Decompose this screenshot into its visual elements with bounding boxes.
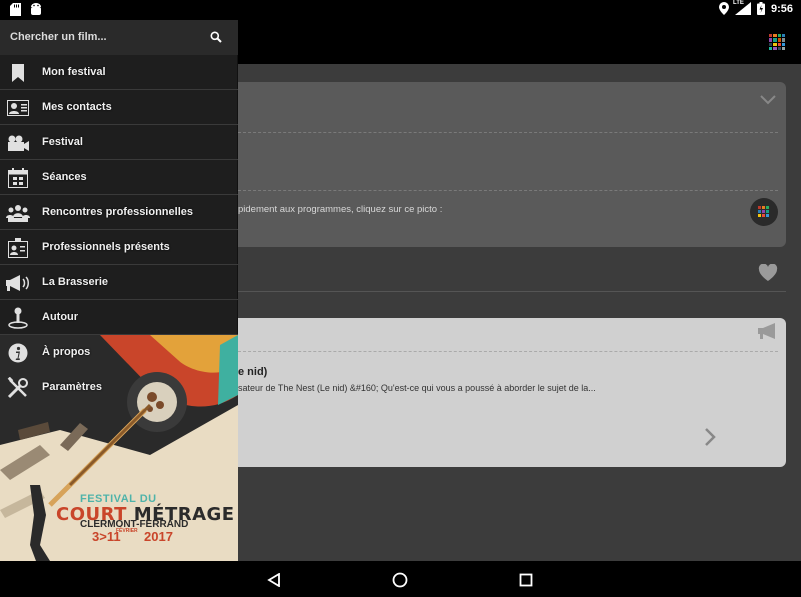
android-icon: [30, 3, 42, 16]
menu-item-a-propos[interactable]: À propos: [0, 335, 238, 370]
info-icon: [6, 341, 30, 365]
menu-item-label: Mon festival: [42, 66, 106, 78]
info-text: pidement aux programmes, cliquez sur ce …: [238, 204, 443, 215]
drawer-menu: Mon festival Mes contacts Festival Séanc…: [0, 55, 238, 405]
search-icon[interactable]: [210, 30, 222, 48]
contact-card-icon: [6, 96, 30, 120]
sd-card-icon: [10, 3, 21, 16]
search-bar: [0, 20, 238, 55]
clock: 9:56: [770, 2, 793, 15]
menu-item-festival[interactable]: Festival: [0, 125, 238, 160]
chevron-down-icon[interactable]: [760, 92, 776, 110]
menu-item-professionnels-presents[interactable]: Professionnels présents: [0, 230, 238, 265]
menu-item-mes-contacts[interactable]: Mes contacts: [0, 90, 238, 125]
screen: LTE 9:56 pidement aux programmes, clique…: [0, 0, 801, 597]
navigation-drawer: FESTIVAL DU COURT MÉTRAGE CLERMONT-FERRA…: [0, 20, 238, 561]
menu-item-autour[interactable]: Autour: [0, 300, 238, 335]
badge-icon: [6, 236, 30, 260]
camera-icon: [6, 131, 30, 155]
news-title: e nid): [238, 366, 268, 378]
menu-item-label: Festival: [42, 136, 83, 148]
menu-item-label: À propos: [42, 346, 91, 358]
location-icon: [718, 2, 729, 15]
tools-icon: [6, 376, 30, 400]
heart-icon[interactable]: [758, 263, 778, 287]
menu-item-parametres[interactable]: Paramètres: [0, 370, 238, 405]
poster-year: 2017: [144, 529, 173, 544]
megaphone-icon: [758, 323, 778, 344]
calendar-icon: [6, 166, 30, 190]
status-bar: LTE 9:56: [0, 0, 801, 20]
search-input[interactable]: [10, 27, 200, 47]
menu-item-seances[interactable]: Séances: [0, 160, 238, 195]
menu-item-la-brasserie[interactable]: La Brasserie: [0, 265, 238, 300]
menu-item-label: Autour: [42, 311, 79, 323]
home-icon[interactable]: [390, 570, 410, 590]
info-card: pidement aux programmes, cliquez sur ce …: [228, 82, 786, 247]
menu-item-label: Séances: [42, 171, 87, 183]
network-type-label: LTE: [732, 0, 744, 6]
menu-item-label: Professionnels présents: [42, 241, 170, 253]
bookmark-icon: [6, 61, 30, 85]
map-pin-icon: [6, 306, 30, 330]
menu-item-label: Rencontres professionnelles: [42, 206, 193, 218]
news-body: sateur de The Nest (Le nid) &#160; Qu'es…: [238, 383, 596, 393]
program-grid-icon[interactable]: [769, 34, 785, 50]
signal-icon: LTE: [732, 0, 751, 15]
favorites-row: [228, 260, 786, 292]
menu-item-mon-festival[interactable]: Mon festival: [0, 55, 238, 90]
menu-item-label: Paramètres: [42, 381, 102, 393]
chevron-right-icon[interactable]: [704, 428, 716, 451]
poster-month: FÉVRIER: [116, 528, 138, 534]
menu-item-label: La Brasserie: [42, 276, 109, 288]
people-group-icon: [6, 201, 30, 225]
battery-icon: [756, 2, 765, 15]
system-nav-bar: [0, 561, 801, 597]
news-card[interactable]: e nid) sateur de The Nest (Le nid) &#160…: [228, 318, 786, 467]
recents-icon[interactable]: [516, 570, 536, 590]
megaphone-icon: [6, 271, 30, 295]
menu-item-label: Mes contacts: [42, 101, 112, 113]
program-picto-button[interactable]: [750, 198, 778, 226]
menu-item-rencontres-professionnelles[interactable]: Rencontres professionnelles: [0, 195, 238, 230]
back-icon[interactable]: [264, 570, 284, 590]
